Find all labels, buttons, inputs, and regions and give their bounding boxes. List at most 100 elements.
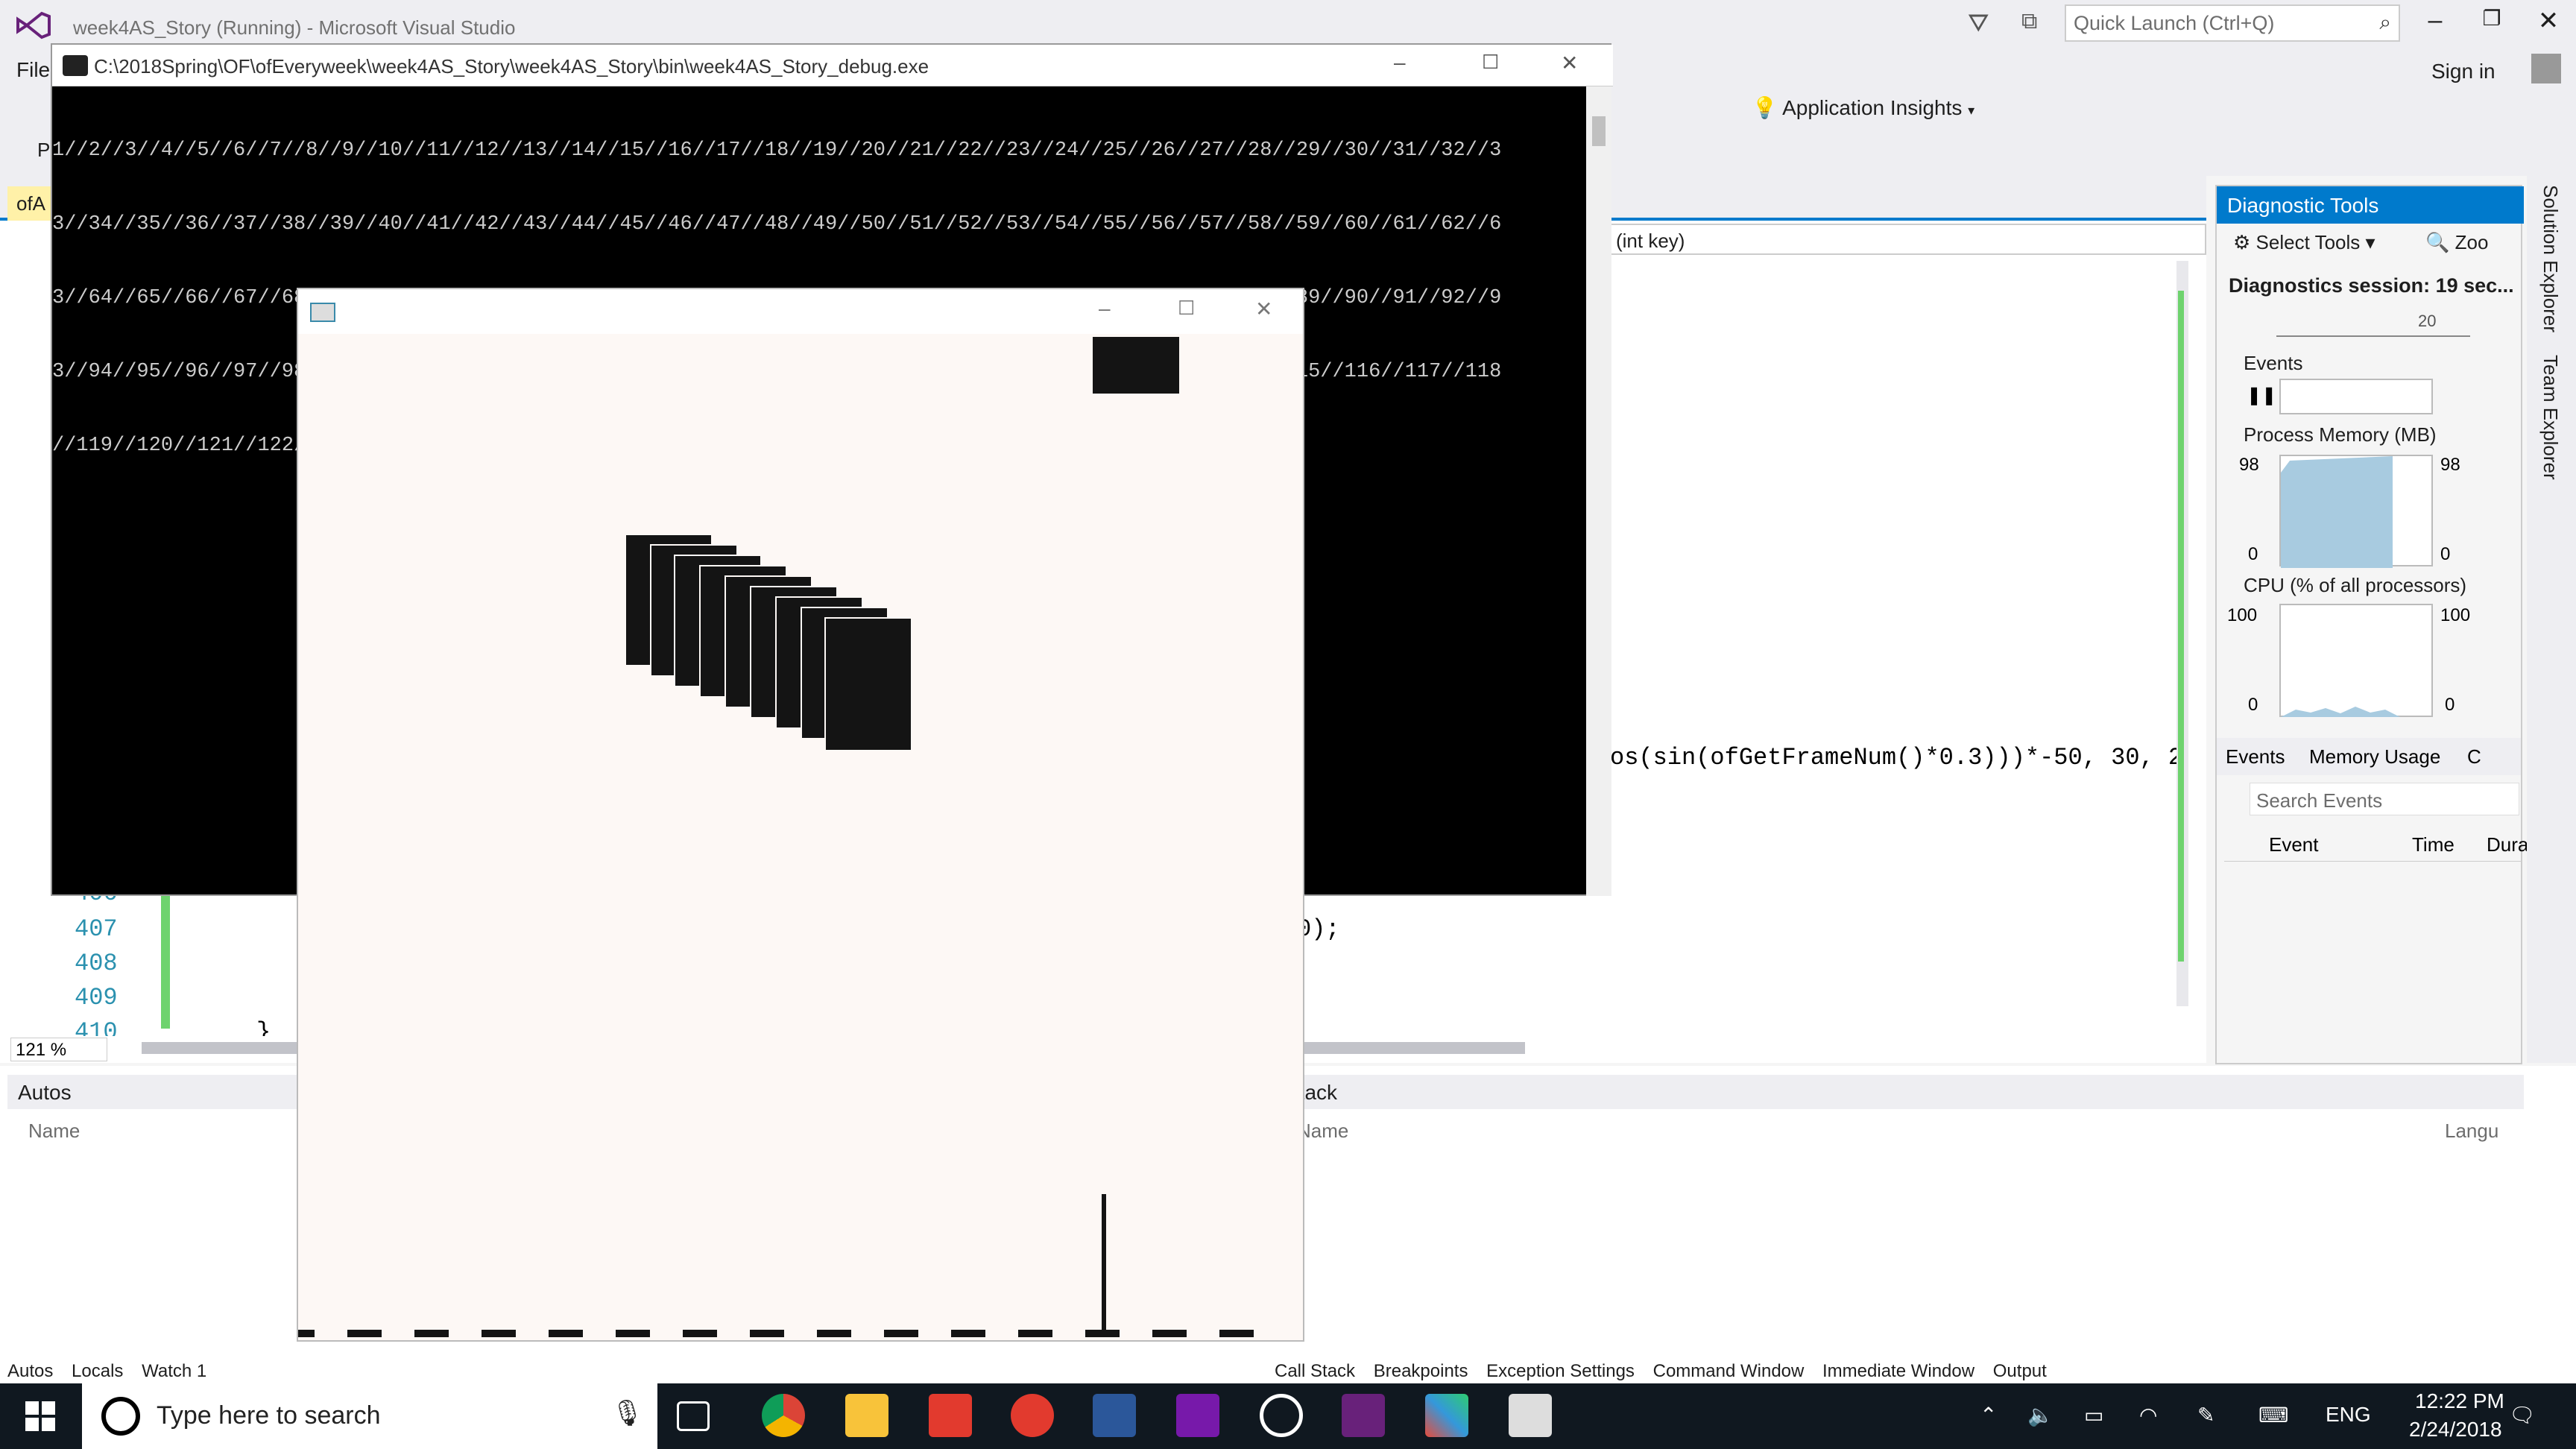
- tab-c[interactable]: C: [2467, 745, 2481, 768]
- quick-launch-input[interactable]: Quick Launch (Ctrl+Q) ⌕: [2065, 4, 2400, 42]
- ground-dash: [347, 1330, 382, 1337]
- tab-events[interactable]: Events: [2226, 745, 2285, 768]
- events-section-label: Events: [2244, 352, 2303, 374]
- quick-launch-placeholder: Quick Launch (Ctrl+Q): [2074, 12, 2275, 34]
- select-tools-button[interactable]: ⚙ Select Tools ▾: [2233, 231, 2375, 254]
- tab-command-window[interactable]: Command Window: [1653, 1361, 1805, 1381]
- search-events-input[interactable]: Search Events: [2250, 783, 2519, 815]
- game-title-bar[interactable]: – ☐ ✕: [298, 289, 1303, 334]
- file-explorer-icon[interactable]: [845, 1394, 888, 1437]
- taskbar: Type here to search 🎙 ⌃ 🔈 ▭ ◠ ✎ ⌨ ENG 12…: [0, 1383, 2576, 1449]
- game-window[interactable]: – ☐ ✕: [297, 288, 1304, 1342]
- vertical-scrollbar[interactable]: [2176, 261, 2188, 1006]
- xbox-icon[interactable]: [1260, 1394, 1303, 1437]
- cpu-graph: [2279, 604, 2433, 717]
- window-title: week4AS_Story (Running) - Microsoft Visu…: [73, 16, 516, 39]
- autos-col-name[interactable]: Name: [28, 1120, 80, 1143]
- zoom-value: 121 %: [16, 1040, 67, 1060]
- line-number: 407: [75, 915, 118, 943]
- netease-music-icon[interactable]: [1011, 1394, 1054, 1437]
- windows-start-icon[interactable]: [25, 1401, 55, 1431]
- team-explorer-tab[interactable]: Team Explorer: [2539, 355, 2562, 480]
- console-scroll-thumb[interactable]: [1592, 116, 1606, 146]
- battery-icon[interactable]: ▭: [2084, 1403, 2103, 1427]
- of-app-icon[interactable]: [1509, 1394, 1552, 1437]
- tab-immediate-window[interactable]: Immediate Window: [1822, 1361, 1974, 1381]
- language-indicator[interactable]: ENG: [2326, 1403, 2371, 1427]
- callstack-col-name[interactable]: Name: [1297, 1120, 1348, 1143]
- close-button[interactable]: ✕: [2522, 6, 2575, 42]
- tab-autos[interactable]: Autos: [7, 1361, 53, 1381]
- events-table-header: Event Time Dura: [2224, 826, 2528, 862]
- col-duration[interactable]: Dura: [2487, 833, 2528, 856]
- zoom-dropdown[interactable]: 121 %: [10, 1038, 107, 1061]
- ground-dash: [1085, 1330, 1120, 1337]
- tab-document[interactable]: ofA: [7, 186, 55, 221]
- project-generator-icon[interactable]: [1425, 1394, 1468, 1437]
- console-maximize-button[interactable]: ☐: [1482, 51, 1499, 74]
- card-rectangle: [824, 617, 912, 751]
- notifications-icon[interactable]: 🗨: [2509, 1403, 2536, 1427]
- code-brace[interactable]: }: [256, 1018, 271, 1036]
- menu-file[interactable]: File: [16, 58, 50, 82]
- callstack-col-lang[interactable]: Langu: [2445, 1120, 2498, 1143]
- volume-icon[interactable]: 🔈: [2027, 1403, 2053, 1427]
- task-view-icon[interactable]: [677, 1401, 710, 1431]
- ground-dash: [817, 1330, 851, 1337]
- side-tabs: Solution Explorer Team Explorer: [2527, 176, 2576, 1063]
- navigation-dropdown[interactable]: (int key): [1610, 224, 2206, 255]
- minimize-button[interactable]: –: [2409, 6, 2461, 42]
- col-event[interactable]: Event: [2269, 833, 2319, 856]
- diagnostic-tools-panel: Diagnostic Tools ⚙ Select Tools ▾ 🔍 Zoo …: [2215, 185, 2528, 1064]
- youdao-icon[interactable]: [929, 1394, 972, 1437]
- visual-studio-icon[interactable]: [1342, 1394, 1385, 1437]
- restore-button[interactable]: ❐: [2466, 6, 2518, 42]
- wifi-icon[interactable]: ◠: [2139, 1403, 2157, 1427]
- console-title-bar[interactable]: C:\2018Spring\OF\ofEveryweek\week4AS_Sto…: [52, 45, 1613, 86]
- taskbar-search-box[interactable]: Type here to search 🎙: [82, 1383, 657, 1449]
- tab-breakpoints[interactable]: Breakpoints: [1374, 1361, 1468, 1381]
- col-time[interactable]: Time: [2412, 833, 2455, 856]
- onenote-icon[interactable]: [1176, 1394, 1219, 1437]
- tab-call-stack[interactable]: Call Stack: [1275, 1361, 1355, 1381]
- account-icon[interactable]: [2531, 54, 2561, 83]
- console-close-button[interactable]: ✕: [1561, 51, 1578, 75]
- solution-explorer-tab[interactable]: Solution Explorer: [2539, 185, 2562, 332]
- tab-locals[interactable]: Locals: [72, 1361, 123, 1381]
- sign-in-link[interactable]: Sign in: [2431, 60, 2496, 83]
- pen-icon[interactable]: ✎: [2197, 1403, 2214, 1427]
- line-number: 409: [75, 984, 118, 1011]
- cpu-min-left: 0: [2248, 695, 2258, 715]
- tab-watch-1[interactable]: Watch 1: [142, 1361, 206, 1381]
- tab-memory-usage[interactable]: Memory Usage: [2309, 745, 2440, 768]
- game-minimize-button[interactable]: –: [1099, 297, 1111, 321]
- microphone-icon[interactable]: 🎙: [611, 1398, 643, 1428]
- lightbulb-icon: 💡: [1752, 96, 1778, 119]
- timeline-ruler[interactable]: 20: [2276, 307, 2470, 337]
- black-rectangle: [1091, 335, 1181, 395]
- keyboard-icon[interactable]: ⌨: [2258, 1403, 2288, 1427]
- clock-date[interactable]: 2/24/2018: [2409, 1418, 2502, 1442]
- ground-dash: [951, 1330, 985, 1337]
- filter-icon[interactable]: ⛛: [1968, 9, 1989, 38]
- tab-output[interactable]: Output: [1993, 1361, 2047, 1381]
- game-close-button[interactable]: ✕: [1255, 297, 1272, 321]
- console-minimize-button[interactable]: –: [1394, 51, 1406, 75]
- feedback-icon[interactable]: ⧉: [2021, 9, 2037, 34]
- code-line[interactable]: os(sin(ofGetFrameNum()*0.3)))*-50, 30, 2: [1610, 744, 2182, 771]
- clock-time[interactable]: 12:22 PM: [2415, 1389, 2504, 1413]
- line-number: 410: [75, 1018, 118, 1036]
- chrome-icon[interactable]: [762, 1394, 805, 1437]
- ground-dash: [1018, 1330, 1052, 1337]
- tab-exception-settings[interactable]: Exception Settings: [1486, 1361, 1635, 1381]
- application-insights-button[interactable]: 💡 Application Insights ▾: [1752, 95, 1974, 120]
- console-scrollbar[interactable]: [1586, 86, 1611, 896]
- chevron-up-icon[interactable]: ⌃: [1980, 1403, 1997, 1427]
- pause-icon[interactable]: ❚❚: [2247, 385, 2276, 406]
- search-icon[interactable]: ⌕: [2379, 10, 2391, 35]
- zoom-button[interactable]: 🔍 Zoo: [2425, 231, 2488, 254]
- taskbar-search-placeholder: Type here to search: [157, 1401, 381, 1430]
- word-icon[interactable]: [1093, 1394, 1136, 1437]
- events-track[interactable]: [2279, 379, 2433, 414]
- game-maximize-button[interactable]: ☐: [1178, 297, 1195, 320]
